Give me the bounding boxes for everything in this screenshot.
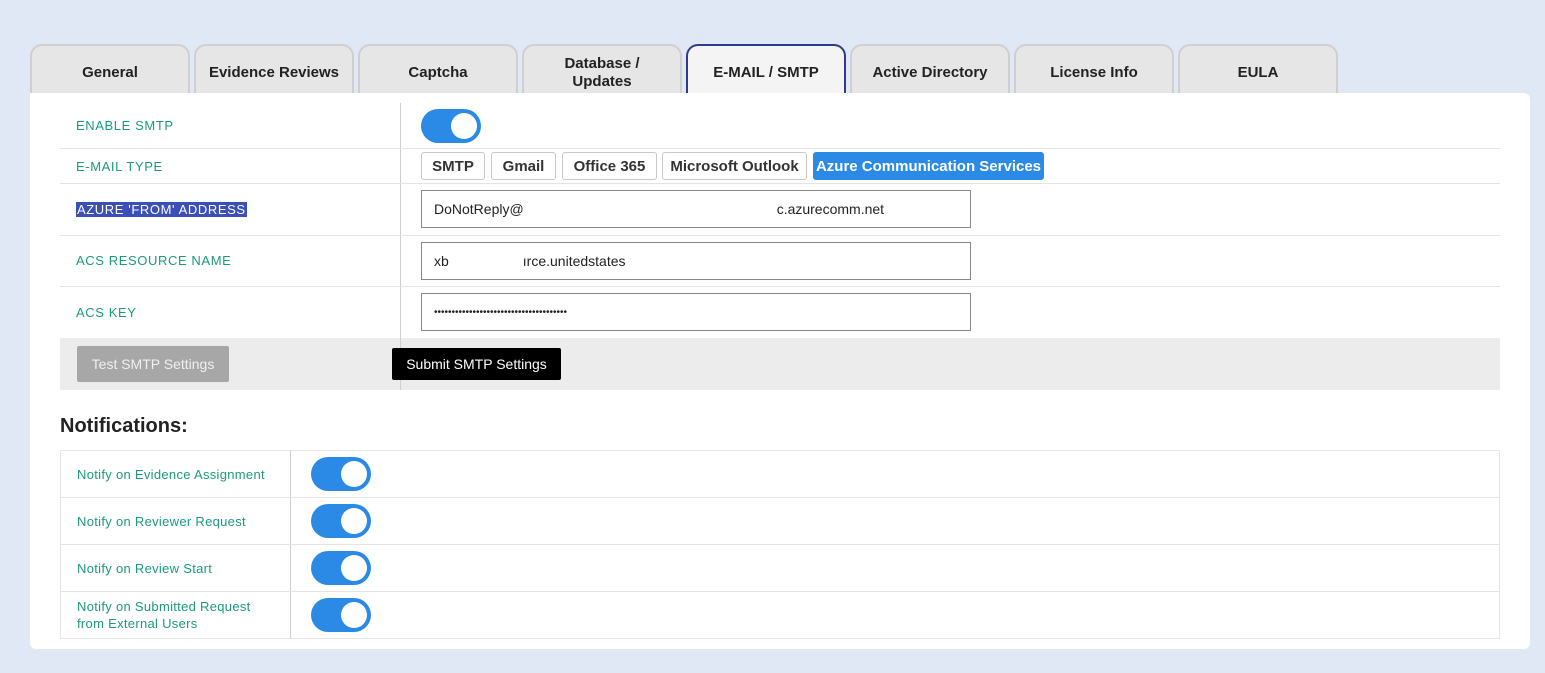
email-type-row: E-MAIL TYPE SMTP Gmail Office 365 Micros…	[60, 149, 1500, 184]
email-type-gmail-button[interactable]: Gmail	[491, 152, 556, 180]
toggle-knob	[341, 508, 367, 534]
acs-resource-row: ACS RESOURCE NAME xb ırce.unitedstates	[60, 236, 1500, 287]
email-type-outlook-button[interactable]: Microsoft Outlook	[662, 152, 807, 180]
resource-value-start: xb	[434, 253, 449, 269]
tab-evidence-reviews[interactable]: Evidence Reviews	[194, 44, 354, 93]
tab-license-info[interactable]: License Info	[1014, 44, 1174, 93]
azure-from-row: AZURE 'FROM' ADDRESS DoNotReply@ c.azure…	[60, 184, 1500, 236]
toggle-knob	[341, 555, 367, 581]
email-type-azure-button[interactable]: Azure Communication Services	[813, 152, 1044, 180]
from-value-start: DoNotReply@	[434, 201, 524, 217]
notify-evidence-assignment-row: Notify on Evidence Assignment	[61, 451, 1499, 498]
tab-email-smtp[interactable]: E-MAIL / SMTP	[686, 44, 846, 93]
notifications-heading: Notifications:	[60, 415, 188, 437]
notify-submitted-request-label: Notify on Submitted Request from Externa…	[77, 599, 251, 631]
notify-review-start-row: Notify on Review Start	[61, 545, 1499, 592]
toggle-knob	[341, 461, 367, 487]
acs-resource-label: ACS RESOURCE NAME	[76, 253, 232, 268]
toggle-knob	[341, 602, 367, 628]
tab-active-directory[interactable]: Active Directory	[850, 44, 1010, 93]
from-value-end: c.azurecomm.net	[776, 201, 885, 217]
resource-value-end: ırce.unitedstates	[522, 253, 626, 269]
notify-reviewer-request-toggle[interactable]	[311, 504, 371, 538]
notify-submitted-request-row: Notify on Submitted Request from Externa…	[61, 592, 1499, 639]
settings-tabs: General Evidence Reviews Captcha Databas…	[30, 44, 1350, 93]
email-type-label: E-MAIL TYPE	[76, 159, 163, 174]
tab-general[interactable]: General	[30, 44, 190, 93]
smtp-action-bar: Test SMTP Settings Submit SMTP Settings	[60, 338, 1500, 390]
toggle-knob	[451, 113, 477, 139]
notify-evidence-assignment-toggle[interactable]	[311, 457, 371, 491]
azure-from-label: AZURE 'FROM' ADDRESS	[76, 202, 247, 217]
tab-eula[interactable]: EULA	[1178, 44, 1338, 93]
notify-submitted-request-toggle[interactable]	[311, 598, 371, 632]
notify-review-start-toggle[interactable]	[311, 551, 371, 585]
submit-smtp-button[interactable]: Submit SMTP Settings	[392, 348, 561, 380]
notify-reviewer-request-label: Notify on Reviewer Request	[77, 514, 246, 529]
settings-panel: ENABLE SMTP E-MAIL TYPE SMTP Gmail Offic…	[30, 93, 1530, 649]
acs-key-row: ACS KEY ••••••••••••••••••••••••••••••••…	[60, 287, 1500, 338]
tab-captcha[interactable]: Captcha	[358, 44, 518, 93]
azure-from-input[interactable]: DoNotReply@ c.azurecomm.net	[421, 190, 971, 228]
notifications-table: Notify on Evidence Assignment Notify on …	[60, 450, 1500, 639]
acs-key-input[interactable]: ••••••••••••••••••••••••••••••••••••••	[421, 293, 971, 331]
notify-evidence-assignment-label: Notify on Evidence Assignment	[77, 467, 265, 482]
acs-resource-input[interactable]: xb ırce.unitedstates	[421, 242, 971, 280]
email-type-office365-button[interactable]: Office 365	[562, 152, 657, 180]
email-type-smtp-button[interactable]: SMTP	[421, 152, 485, 180]
acs-key-label: ACS KEY	[76, 305, 137, 320]
test-smtp-button[interactable]: Test SMTP Settings	[77, 346, 229, 382]
enable-smtp-toggle[interactable]	[421, 109, 481, 143]
enable-smtp-label: ENABLE SMTP	[76, 118, 174, 133]
enable-smtp-row: ENABLE SMTP	[60, 103, 1500, 149]
tab-database-updates[interactable]: Database / Updates	[522, 44, 682, 93]
notify-review-start-label: Notify on Review Start	[77, 561, 213, 576]
notify-reviewer-request-row: Notify on Reviewer Request	[61, 498, 1499, 545]
